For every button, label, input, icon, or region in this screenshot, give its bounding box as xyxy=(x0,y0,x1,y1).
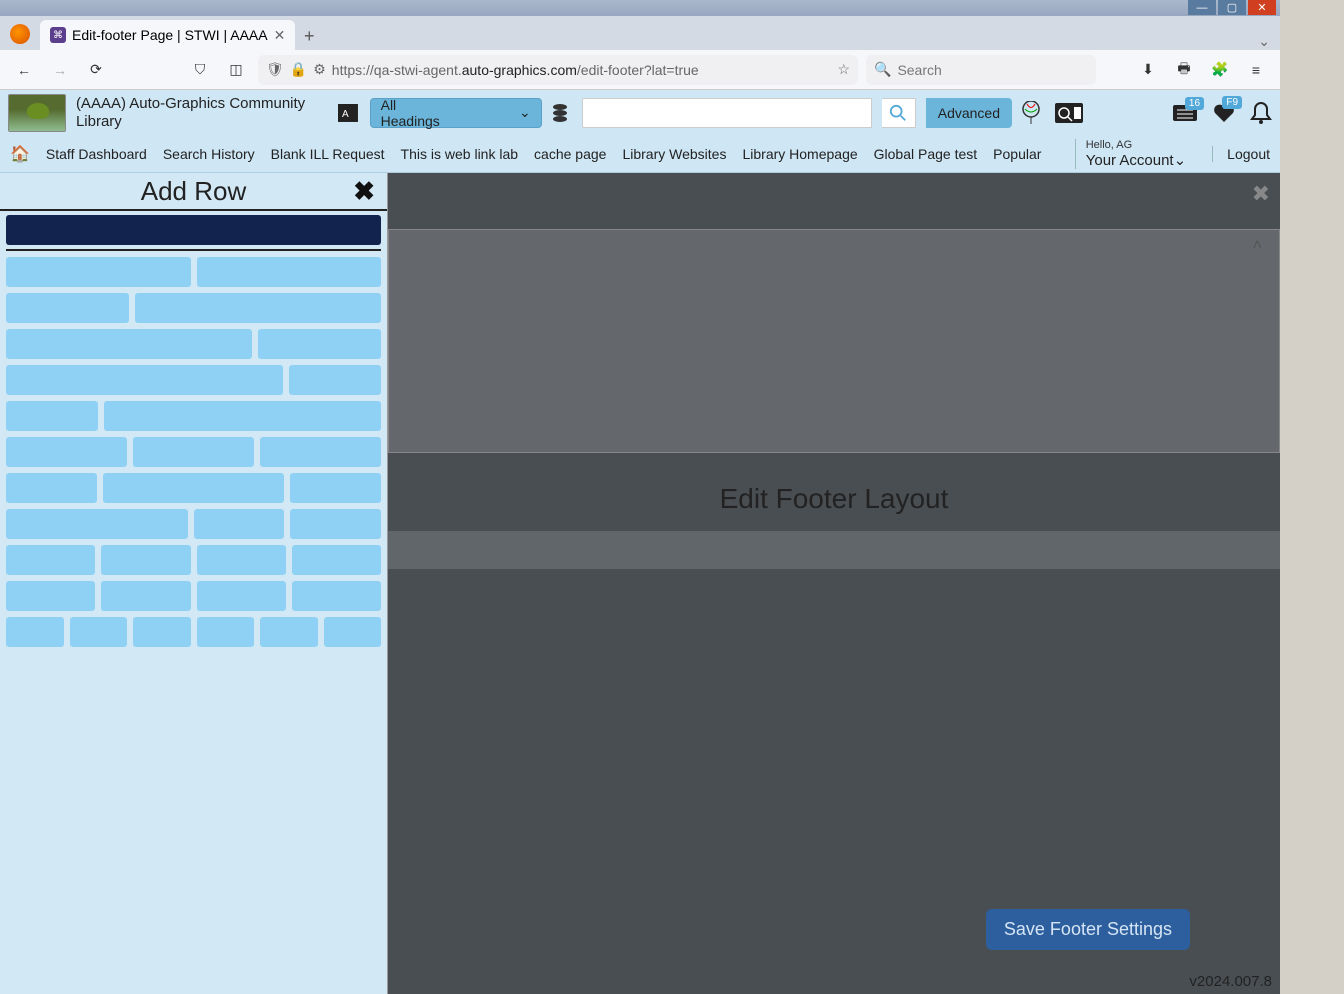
window-maximize-button[interactable]: ▢ xyxy=(1218,0,1246,15)
headings-label: All Headings xyxy=(381,97,459,129)
new-tab-button[interactable]: + xyxy=(295,22,323,50)
tabs-dropdown-icon[interactable]: ⌄ xyxy=(1258,33,1270,50)
browser-tab-strip: ⌘ Edit-footer Page | STWI | AAAA ✕ + ⌄ xyxy=(0,16,1280,50)
search-placeholder: Search xyxy=(897,62,941,78)
chevron-up-icon[interactable]: ˄ xyxy=(1253,237,1262,255)
layout-row-3-9[interactable] xyxy=(6,401,381,431)
translate-icon[interactable]: A xyxy=(336,101,360,125)
tab-title: Edit-footer Page | STWI | AAAA xyxy=(72,27,268,43)
tab-favicon-icon: ⌘ xyxy=(50,27,66,43)
menu-item[interactable]: Popular xyxy=(993,146,1041,162)
browser-tab[interactable]: ⌘ Edit-footer Page | STWI | AAAA ✕ xyxy=(40,20,295,50)
favorites-badge: F9 xyxy=(1222,96,1242,109)
bookmark-star-icon[interactable]: ☆ xyxy=(837,61,850,78)
search-icon: 🔍 xyxy=(874,61,891,78)
logout-link[interactable]: Logout xyxy=(1212,146,1270,162)
headings-dropdown[interactable]: All Headings ⌄ xyxy=(370,98,542,128)
notifications-icon[interactable] xyxy=(1250,101,1272,125)
extensions-icon[interactable]: 🧩 xyxy=(1206,56,1234,84)
chevron-down-icon: ⌄ xyxy=(1174,152,1187,169)
menu-item[interactable]: This is web link lab xyxy=(401,146,519,162)
save-footer-button[interactable]: Save Footer Settings xyxy=(986,909,1190,950)
window-minimize-button[interactable]: — xyxy=(1188,0,1216,15)
back-button[interactable]: ← xyxy=(10,56,38,84)
permissions-icon: ⚙ xyxy=(313,61,326,78)
library-title[interactable]: (AAAA) Auto-Graphics Community Library xyxy=(76,95,326,131)
menu-item[interactable]: Global Page test xyxy=(874,146,978,162)
catalog-search-input[interactable] xyxy=(582,98,872,128)
svg-text:A: A xyxy=(342,108,349,119)
lock-icon: 🔒 xyxy=(290,61,307,78)
layout-row-3-6-3[interactable] xyxy=(6,473,381,503)
menu-bar: 🏠 Staff Dashboard Search History Blank I… xyxy=(0,135,1280,173)
layout-row-6-6[interactable] xyxy=(6,257,381,287)
menu-item[interactable]: Staff Dashboard xyxy=(46,146,147,162)
menu-item[interactable]: Search History xyxy=(163,146,255,162)
layout-row-9-3[interactable] xyxy=(6,365,381,395)
library-logo-icon[interactable] xyxy=(8,94,66,132)
print-icon[interactable]: 🖶 xyxy=(1170,56,1198,84)
overlay-close-icon[interactable]: ✖ xyxy=(1252,181,1270,207)
layout-row-8-4[interactable] xyxy=(6,329,381,359)
account-hello: Hello, AG xyxy=(1086,139,1186,151)
content-overlay: ✖ ˄ Edit Footer Layout Save Footer Setti… xyxy=(388,173,1280,994)
lists-icon[interactable]: 16 xyxy=(1172,103,1198,123)
home-icon[interactable]: 🏠 xyxy=(10,144,30,164)
advanced-search-button[interactable]: Advanced xyxy=(926,98,1012,128)
scan-icon[interactable] xyxy=(1054,101,1084,125)
catalog-search-button[interactable] xyxy=(882,98,916,128)
menu-item[interactable]: Library Homepage xyxy=(742,146,857,162)
add-row-panel: Add Row ✖ xyxy=(0,173,388,994)
save-pocket-icon[interactable]: ⬇ xyxy=(1134,56,1162,84)
forward-button[interactable]: → xyxy=(46,56,74,84)
tab-close-icon[interactable]: ✕ xyxy=(274,27,286,44)
reload-button[interactable]: ⟳ xyxy=(82,56,110,84)
footer-preview-row[interactable] xyxy=(388,229,1280,453)
menu-item[interactable]: Blank ILL Request xyxy=(271,146,385,162)
footer-toolbar xyxy=(388,531,1280,569)
layout-row-3-3-3-3b[interactable] xyxy=(6,581,381,611)
version-label: v2024.007.8 xyxy=(1189,973,1272,990)
firefox-logo-icon xyxy=(10,24,30,44)
database-icon[interactable] xyxy=(552,103,572,123)
panel-title: Add Row xyxy=(141,176,247,207)
account-dropdown[interactable]: Hello, AG Your Account⌄ xyxy=(1075,139,1186,169)
browser-nav-bar: ← → ⟳ ⛉ ◫ 🛡 🔒 ⚙ https://qa-stwi-agent.au… xyxy=(0,50,1280,90)
containers-icon[interactable]: ◫ xyxy=(222,56,250,84)
menu-item[interactable]: Library Websites xyxy=(622,146,726,162)
panel-header: Add Row ✖ xyxy=(0,173,387,211)
layout-row-6col[interactable] xyxy=(6,617,381,647)
url-text: https://qa-stwi-agent.auto-graphics.com/… xyxy=(332,62,832,78)
close-icon[interactable]: ✖ xyxy=(353,176,375,207)
favorites-icon[interactable]: F9 xyxy=(1212,102,1236,124)
menu-item[interactable]: cache page xyxy=(534,146,606,162)
lists-badge: 16 xyxy=(1185,97,1204,110)
layout-row-1col[interactable] xyxy=(6,215,381,245)
layout-row-3-3-3-3[interactable] xyxy=(6,545,381,575)
shield-icon: 🛡 xyxy=(266,61,284,78)
pocket-icon[interactable]: ⛉ xyxy=(186,56,214,84)
window-titlebar: — ▢ ✕ xyxy=(0,0,1280,16)
layout-row-6-3-3[interactable] xyxy=(6,509,381,539)
layout-row-4-8[interactable] xyxy=(6,293,381,323)
url-bar[interactable]: 🛡 🔒 ⚙ https://qa-stwi-agent.auto-graphic… xyxy=(258,55,858,85)
app-header: (AAAA) Auto-Graphics Community Library A… xyxy=(0,90,1280,135)
main-area: Add Row ✖ ✖ ˄ Edit Footer Layout Save Fo… xyxy=(0,173,1280,994)
balloon-icon[interactable] xyxy=(1022,101,1040,125)
chevron-down-icon: ⌄ xyxy=(519,104,531,121)
menu-icon[interactable]: ≡ xyxy=(1242,56,1270,84)
page-heading: Edit Footer Layout xyxy=(388,483,1280,515)
browser-search-bar[interactable]: 🔍 Search xyxy=(866,55,1096,85)
layout-row-4-4-4[interactable] xyxy=(6,437,381,467)
window-close-button[interactable]: ✕ xyxy=(1248,0,1276,15)
